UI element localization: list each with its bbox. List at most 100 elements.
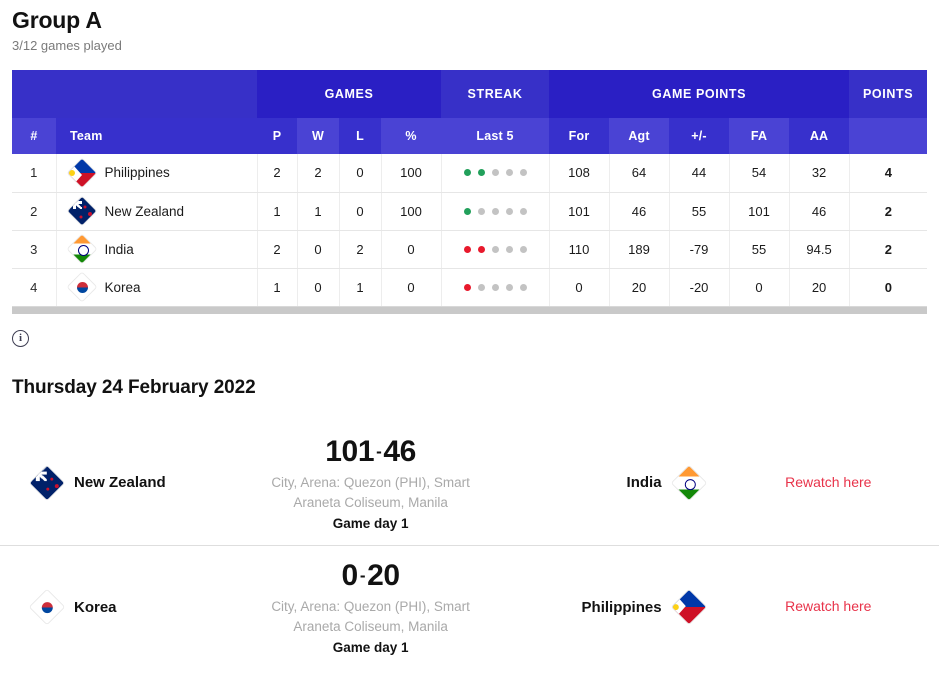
row-w: 0 [297,230,340,269]
row-l: 0 [339,154,382,193]
row-aa: 94.5 [789,230,850,269]
rewatch-link[interactable]: Rewatch here [785,474,871,490]
rewatch-cell: Rewatch here [730,474,927,492]
streak-dots [442,207,549,215]
group-header-row: GAMES STREAK GAME POINTS POINTS [12,70,928,118]
table-row[interactable]: 4 Korea 1 0 1 0 0 20 -20 0 20 0 [12,268,928,307]
streak-dot-empty [519,283,527,291]
streak-dot-empty [477,207,485,215]
table-row[interactable]: 3 India 2 0 2 0 110 189 -79 55 94.5 2 [12,230,928,269]
group-header-streak: STREAK [441,70,550,118]
row-for: 108 [549,154,610,193]
info-row: i [12,328,939,347]
row-points: 2 [849,230,928,269]
row-points: 0 [849,268,928,307]
streak-dot-loss [463,283,471,291]
streak-dot-win [463,169,471,177]
group-header-game-points: GAME POINTS [549,70,850,118]
streak-dot-win [463,207,471,215]
match-home-team-name: New Zealand [74,474,166,491]
rewatch-link[interactable]: Rewatch here [785,598,871,614]
col-header-fa[interactable]: FA [729,118,790,154]
streak-dots [442,245,549,253]
row-p: 1 [257,268,298,307]
row-pct: 100 [381,154,442,193]
match-row[interactable]: New Zealand 101 -46 City, Arena: Quezon (PH… [0,421,939,545]
col-header-w[interactable]: W [297,118,339,154]
group-header-games: GAMES [257,70,442,118]
rewatch-cell: Rewatch here [730,598,927,616]
row-plusminus: 44 [669,154,730,193]
match-away-side[interactable]: Philippines [488,588,729,626]
col-header-for[interactable]: For [549,118,610,154]
match-venue: City, Arena: Quezon (PHI), Smart Araneta… [271,599,470,634]
horizontal-scrollbar[interactable] [12,306,927,314]
col-header-aa[interactable]: AA [789,118,850,154]
flag-icon-india [670,464,707,501]
col-header-rank[interactable]: # [12,118,56,154]
row-team-cell[interactable]: Korea [56,268,258,307]
row-agt: 46 [609,192,670,231]
score-separator: - [359,566,366,585]
streak-dot-empty [491,207,499,215]
col-header-plusminus[interactable]: +/- [669,118,730,154]
flag-icon-philippines [670,588,707,626]
match-away-side[interactable]: India [488,464,729,501]
row-fa: 54 [729,154,790,193]
standings-table: GAMES STREAK GAME POINTS POINTS # Team P… [12,70,928,307]
col-header-agt[interactable]: Agt [609,118,670,154]
match-home-side[interactable]: Korea [12,588,253,626]
row-fa: 0 [729,268,790,307]
flag-icon-philippines [65,157,98,189]
table-row[interactable]: 1 Philippines 2 2 0 100 108 64 44 54 32 4 [12,154,928,193]
streak-dot-empty [505,245,513,253]
page-title: Group A [12,7,102,33]
group-header-points: POINTS [849,70,928,118]
team-cell: Philippines [65,157,257,189]
row-last5 [441,154,550,193]
games-played-subtitle: 3/12 games played [12,38,122,53]
group-header-blank [12,70,257,118]
row-last5 [441,192,550,231]
score-separator: - [376,441,382,461]
info-icon[interactable]: i [12,329,29,347]
table-row[interactable]: 2 New Zealand 1 1 0 100 101 46 55 101 46 2 [12,192,928,231]
team-name: Korea [104,279,141,295]
col-header-points[interactable] [849,118,928,154]
row-p: 2 [257,230,298,269]
row-l: 0 [339,192,382,231]
match-away-team-name: India [626,474,662,491]
row-team-cell[interactable]: India [56,230,258,269]
row-fa: 101 [729,192,790,231]
streak-dot-win [477,169,485,177]
team-name: Philippines [104,165,170,181]
streak-dot-loss [463,245,471,253]
col-header-l[interactable]: L [339,118,381,154]
match-home-side[interactable]: New Zealand [12,464,253,501]
sub-header-row: # Team P W L % Last 5 For Agt +/- FA AA [12,118,928,154]
streak-dot-empty [519,245,527,253]
row-points: 4 [849,154,928,193]
streak-dot-empty [519,169,527,177]
row-pct: 0 [381,268,442,307]
row-rank: 2 [12,192,57,231]
standings-table-wrapper: GAMES STREAK GAME POINTS POINTS # Team P… [12,70,928,307]
match-away-team-name: Philippines [581,598,662,616]
streak-dot-loss [477,245,485,253]
streak-dot-empty [491,169,499,177]
col-header-p[interactable]: P [257,118,297,154]
col-header-last5[interactable]: Last 5 [441,118,550,154]
col-header-pct[interactable]: % [381,118,442,154]
match-date-heading: Thursday 24 February 2022 [12,376,256,398]
flag-icon-new-zealand [28,464,66,501]
flag-icon-korea [28,588,66,626]
row-p: 2 [257,154,298,193]
col-header-team[interactable]: Team [56,118,257,154]
row-agt: 64 [609,154,670,193]
match-row[interactable]: Korea 0 -20 City, Arena: Quezon (PHI), Smar… [0,544,939,669]
row-last5 [441,230,550,269]
row-team-cell[interactable]: Philippines [56,154,258,193]
streak-dots [442,169,549,177]
match-away-score: 20 [367,559,400,592]
row-team-cell[interactable]: New Zealand [56,192,258,231]
